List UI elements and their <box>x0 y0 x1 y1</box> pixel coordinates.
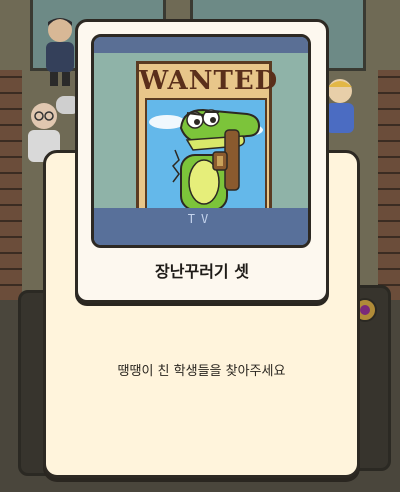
brick-wall <box>0 70 22 300</box>
mission-description: 땡땡이 친 학생들을 찾아주세요 <box>117 364 286 379</box>
tv-screen: WANTED TV <box>91 34 311 248</box>
wanted-poster: WANTED <box>136 61 279 217</box>
poster-title: WANTED <box>139 66 279 96</box>
tv-label: TV <box>187 212 215 226</box>
character-name: 장난꾸러기 셋 <box>155 262 249 281</box>
poster-picture <box>145 98 267 212</box>
character-photo-frame: WANTED TV 장난꾸러기 셋 <box>75 19 329 303</box>
tv-top-bar <box>94 37 308 53</box>
brick-wall <box>378 70 400 300</box>
crocodile-character <box>149 108 263 210</box>
